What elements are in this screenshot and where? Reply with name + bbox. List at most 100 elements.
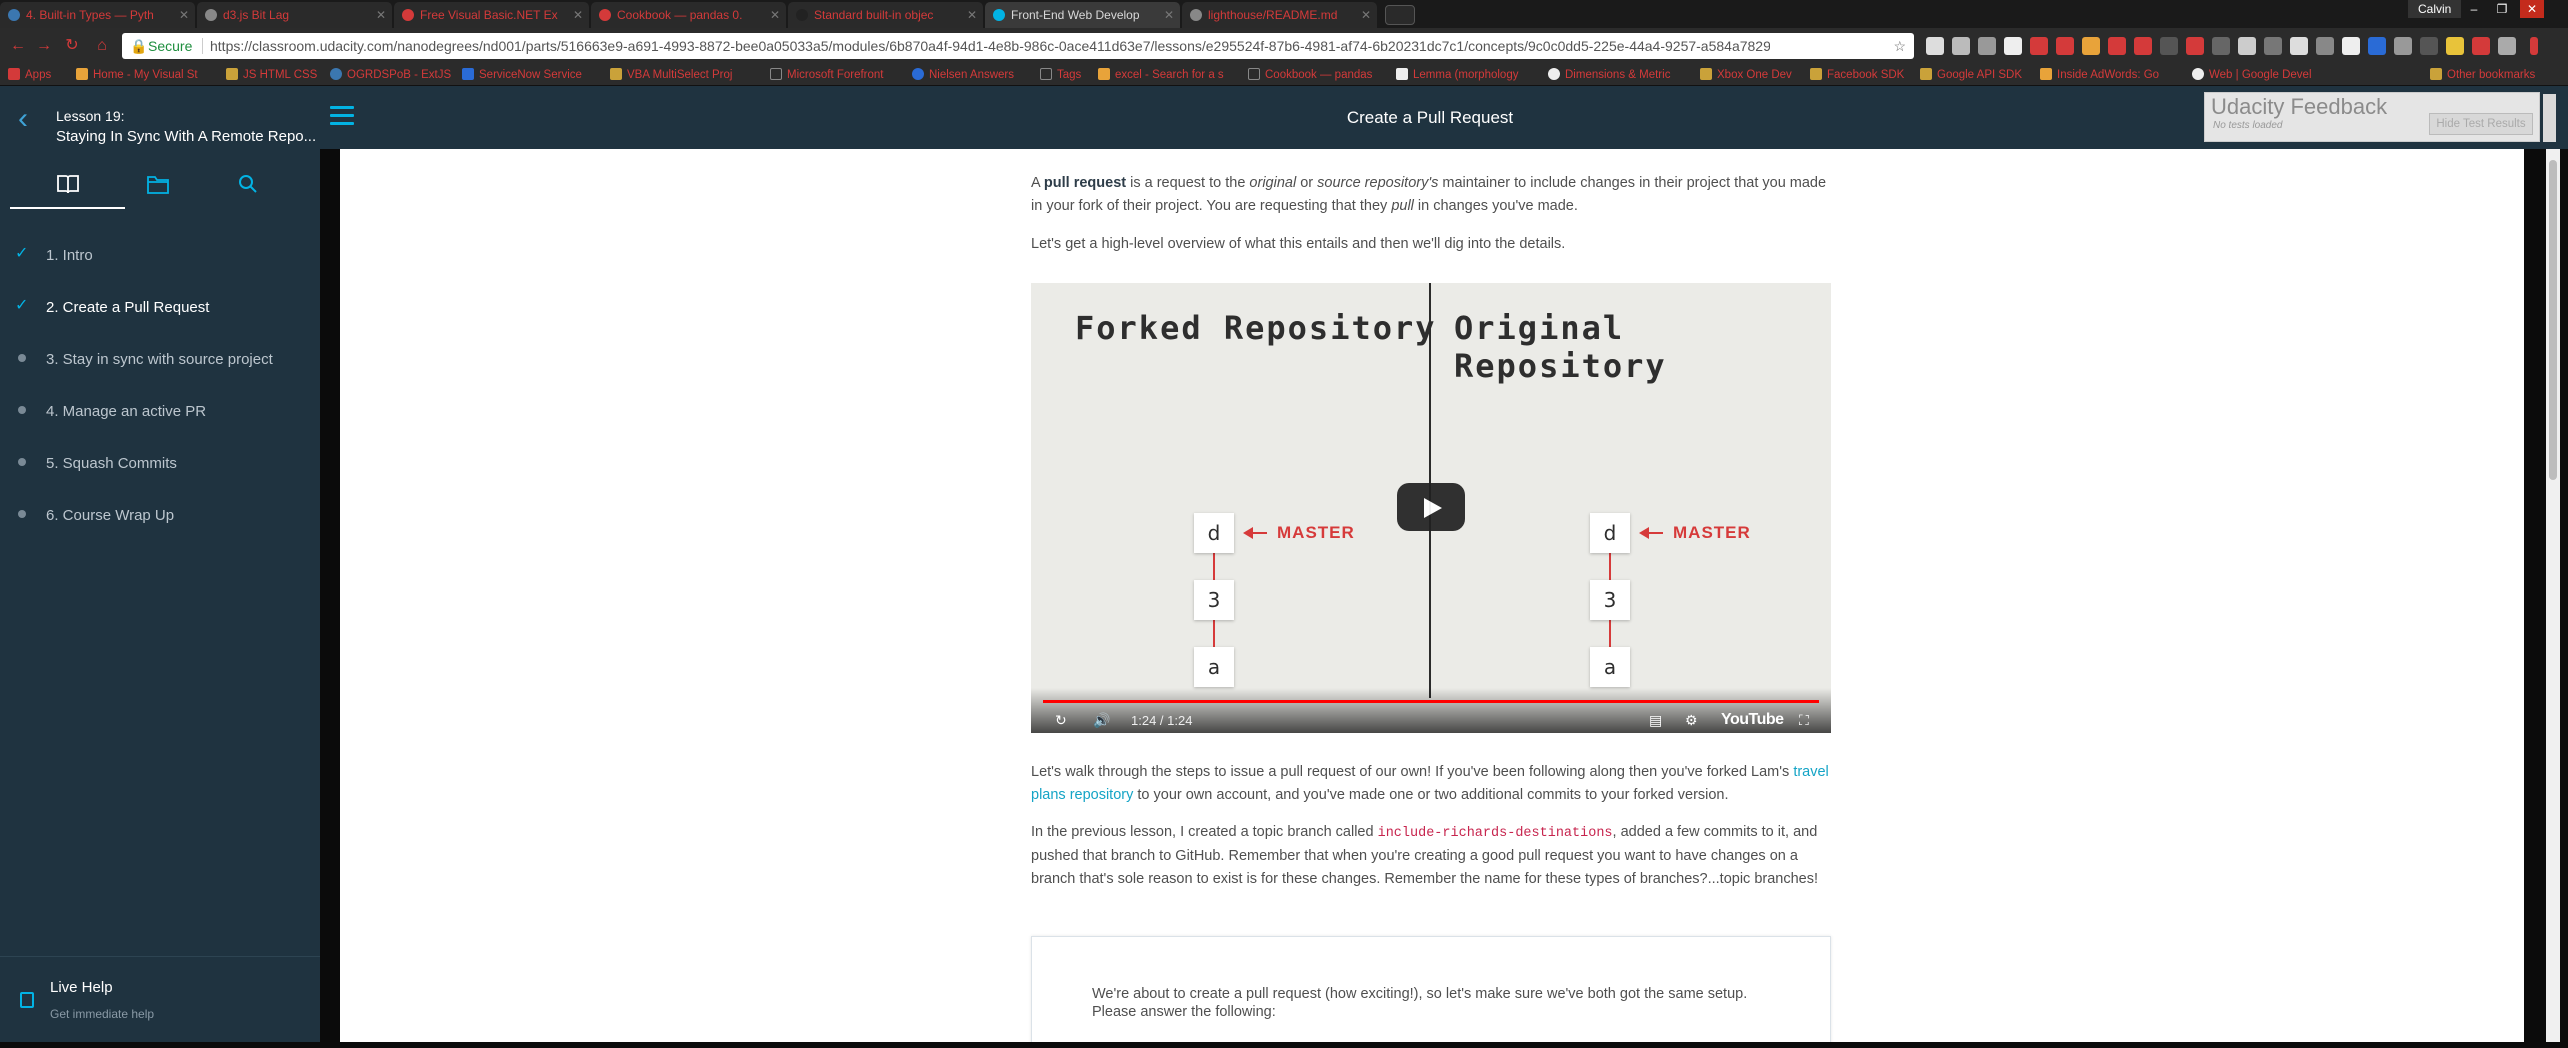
extension-icon[interactable] [2082, 37, 2100, 55]
tab-title: Cookbook — pandas 0. [617, 8, 743, 22]
home-icon[interactable]: ⌂ [92, 36, 112, 56]
bookmark-item[interactable]: ServiceNow Service [462, 68, 582, 82]
fullscreen-icon[interactable]: ⛶ [1799, 711, 1809, 729]
hide-test-results-button[interactable]: Hide Test Results [2429, 113, 2533, 135]
browser-tab-active[interactable]: Front-End Web Develop ✕ [985, 2, 1180, 28]
volume-icon[interactable]: 🔊 [1093, 711, 1110, 729]
bookmark-item[interactable]: Other bookmarks [2430, 68, 2535, 82]
bookmark-item[interactable]: Lemma (morphology [1396, 68, 1518, 82]
close-tab-icon[interactable]: ✕ [573, 2, 583, 28]
replay-icon[interactable]: ↻ [1055, 711, 1067, 729]
concept-item-manage-pr[interactable]: 4. Manage an active PR [0, 387, 320, 439]
extension-icon[interactable] [2420, 37, 2438, 55]
tab-search[interactable] [190, 159, 305, 209]
extension-icon[interactable] [2498, 37, 2516, 55]
extension-icon[interactable] [2056, 37, 2074, 55]
browser-tab[interactable]: Free Visual Basic.NET Ex ✕ [394, 2, 589, 28]
bookmark-item[interactable]: excel - Search for a s [1098, 68, 1224, 82]
extension-icon[interactable] [2238, 37, 2256, 55]
extension-icon[interactable] [2342, 37, 2360, 55]
tab-title: 4. Built-in Types — Pyth [26, 8, 154, 22]
commit-node: a [1590, 647, 1630, 687]
close-tab-icon[interactable]: ✕ [1164, 2, 1174, 28]
url-text[interactable]: https://classroom.udacity.com/nanodegree… [210, 33, 1770, 59]
tab-title: lighthouse/README.md [1208, 8, 1338, 22]
concept-item-create-pull-request[interactable]: ✓ 2. Create a Pull Request [0, 283, 320, 335]
bookmark-item[interactable]: Web | Google Devel [2192, 68, 2312, 82]
back-icon[interactable]: ← [8, 36, 28, 56]
bookmark-item[interactable]: VBA MultiSelect Proj [610, 68, 732, 82]
extension-icon[interactable] [2472, 37, 2490, 55]
extension-icon[interactable] [1978, 37, 1996, 55]
extension-icon[interactable] [2030, 37, 2048, 55]
extension-icon[interactable] [1952, 37, 1970, 55]
extension-icon[interactable] [2394, 37, 2412, 55]
page-favicon-icon [402, 9, 414, 21]
bookmark-item[interactable]: Microsoft Forefront [770, 68, 884, 82]
profile-name[interactable]: Calvin [2408, 0, 2462, 18]
concept-item-intro[interactable]: ✓ 1. Intro [0, 231, 320, 283]
close-window-icon[interactable]: ✕ [2520, 0, 2544, 18]
live-help[interactable]: Live Help Get immediate help [0, 956, 320, 1048]
extension-icon[interactable] [2316, 37, 2334, 55]
extension-icon[interactable] [2160, 37, 2178, 55]
settings-gear-icon[interactable]: ⚙ [1685, 711, 1698, 729]
concept-item-course-wrap-up[interactable]: 6. Course Wrap Up [0, 491, 320, 543]
concept-item-stay-in-sync[interactable]: 3. Stay in sync with source project [0, 335, 320, 387]
menu-icon[interactable] [2530, 37, 2538, 55]
extension-icon[interactable] [2186, 37, 2204, 55]
close-tab-icon[interactable]: ✕ [376, 2, 386, 28]
extension-icon[interactable] [2134, 37, 2152, 55]
play-button-icon[interactable] [1397, 483, 1465, 531]
browser-tab[interactable]: Cookbook — pandas 0. ✕ [591, 2, 786, 28]
forward-icon[interactable]: → [34, 36, 54, 56]
video-player[interactable]: Forked Repository Original Repository d … [1031, 283, 1831, 733]
bookmark-item[interactable]: OGRDSPoB - ExtJS [330, 68, 451, 82]
youtube-logo[interactable]: YouTube [1721, 711, 1784, 729]
feedback-scrollbar[interactable] [2543, 94, 2556, 142]
scrollbar-thumb[interactable] [2549, 160, 2557, 480]
browser-tab[interactable]: lighthouse/README.md ✕ [1182, 2, 1377, 28]
bookmark-item[interactable]: JS HTML CSS [226, 68, 317, 82]
extension-icon[interactable] [2368, 37, 2386, 55]
concept-content: A pull request is a request to the origi… [340, 149, 2524, 1042]
minimize-icon[interactable]: – [2462, 0, 2486, 18]
bookmark-item[interactable]: Inside AdWords: Go [2040, 68, 2159, 82]
bookmark-item[interactable]: Home - My Visual St [76, 68, 198, 82]
browser-tab[interactable]: Standard built-in objec ✕ [788, 2, 983, 28]
extension-icon[interactable] [2212, 37, 2230, 55]
bookmark-item[interactable]: Nielsen Answers [912, 68, 1014, 82]
bookmark-star-icon[interactable]: ☆ [1893, 33, 1906, 59]
lesson-title: Staying In Sync With A Remote Repo... [56, 128, 317, 145]
video-progress-bar[interactable] [1043, 700, 1819, 703]
bookmark-item[interactable]: Xbox One Dev [1700, 68, 1792, 82]
browser-tab[interactable]: 4. Built-in Types — Pyth ✕ [0, 2, 195, 28]
concept-item-squash-commits[interactable]: 5. Squash Commits [0, 439, 320, 491]
address-bar[interactable]: 🔒 Secure https://classroom.udacity.com/n… [122, 33, 1914, 59]
bookmark-item[interactable]: Facebook SDK [1810, 68, 1904, 82]
captions-icon[interactable]: ▤ [1649, 711, 1662, 729]
extension-icon[interactable] [2446, 37, 2464, 55]
browser-tab[interactable]: d3.js Bit Lag ✕ [197, 2, 392, 28]
close-tab-icon[interactable]: ✕ [1361, 2, 1371, 28]
extension-icon[interactable] [1926, 37, 1944, 55]
extension-icon[interactable] [2290, 37, 2308, 55]
extension-icon[interactable] [2004, 37, 2022, 55]
bookmark-item[interactable]: Apps [8, 68, 51, 82]
extension-icon[interactable] [2108, 37, 2126, 55]
close-tab-icon[interactable]: ✕ [770, 2, 780, 28]
close-tab-icon[interactable]: ✕ [967, 2, 977, 28]
back-chevron-icon[interactable]: ‹ [18, 104, 28, 134]
extension-icon[interactable] [2264, 37, 2282, 55]
concept-label: 1. Intro [46, 247, 93, 264]
new-tab-button[interactable] [1385, 5, 1415, 25]
reload-icon[interactable]: ↻ [62, 36, 82, 56]
bookmark-item[interactable]: Google API SDK [1920, 68, 2022, 82]
close-tab-icon[interactable]: ✕ [179, 2, 189, 28]
bookmark-item[interactable]: Dimensions & Metric [1548, 68, 1670, 82]
bookmark-item[interactable]: Tags [1040, 68, 1081, 82]
check-icon: ✓ [15, 245, 29, 262]
hamburger-menu-icon[interactable] [330, 106, 354, 128]
restore-icon[interactable]: ❐ [2490, 0, 2514, 18]
bookmark-item[interactable]: Cookbook — pandas [1248, 68, 1372, 82]
